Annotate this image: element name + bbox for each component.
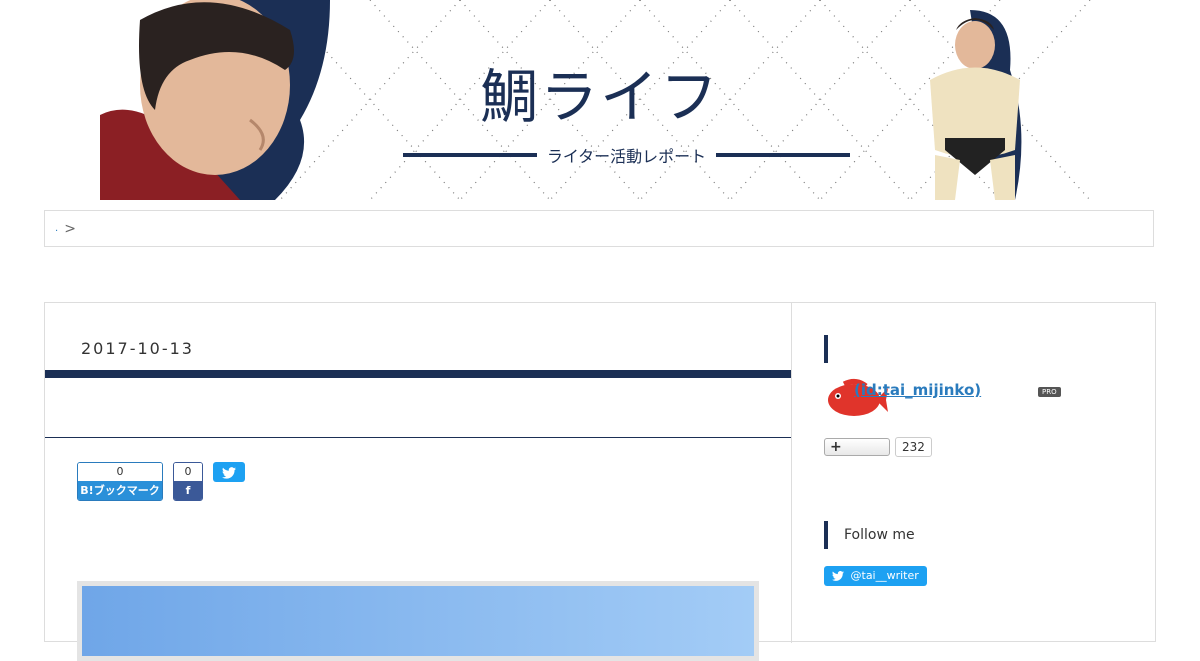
hero-sky-image (82, 586, 754, 656)
follow-me-heading: Follow me (844, 527, 915, 543)
title-top-bar (45, 370, 791, 378)
twitter-handle: @tai__writer (850, 569, 919, 582)
breadcrumb: . > (44, 210, 1154, 247)
follow-me-heading-mark (824, 521, 828, 549)
column-divider (791, 303, 792, 643)
facebook-share-button[interactable]: 0 f (173, 462, 203, 501)
hatena-count: 0 (78, 463, 162, 481)
pro-badge: PRO (1038, 387, 1061, 397)
follow-button[interactable]: + (824, 438, 890, 456)
breadcrumb-home-link[interactable]: . (55, 223, 58, 234)
facebook-icon: f (174, 481, 202, 500)
twitter-icon (222, 466, 236, 479)
share-buttons: 0 B!ブックマーク 0 f (77, 462, 245, 501)
site-title[interactable]: 鯛ライフ (100, 50, 1100, 134)
twitter-share-button[interactable] (213, 462, 245, 482)
site-subtitle: ライター活動レポート (403, 140, 850, 170)
facebook-count: 0 (174, 463, 202, 481)
subtitle-right-rule (716, 153, 850, 157)
subtitle-left-rule (403, 153, 537, 157)
subtitle-text: ライター活動レポート (546, 147, 707, 166)
hatena-bookmark-button[interactable]: 0 B!ブックマーク (77, 462, 163, 501)
breadcrumb-separator: > (64, 220, 76, 237)
profile-heading-mark (824, 335, 828, 363)
post-hero-image (77, 581, 759, 661)
hatena-label: B!ブックマーク (78, 481, 162, 500)
follower-count: 232 (895, 437, 932, 457)
twitter-follow-button[interactable]: @tai__writer (824, 566, 927, 586)
post-date[interactable]: 2017-10-13 (81, 339, 194, 358)
title-underline (45, 437, 791, 438)
header-banner: 鯛ライフ ライター活動レポート (100, 0, 1100, 200)
profile-id-link[interactable]: (id:tai_mijinko) (854, 381, 981, 399)
twitter-bird-icon (832, 571, 844, 581)
main-content-frame: 2017-10-13 0 B!ブックマーク 0 f (44, 302, 1156, 661)
